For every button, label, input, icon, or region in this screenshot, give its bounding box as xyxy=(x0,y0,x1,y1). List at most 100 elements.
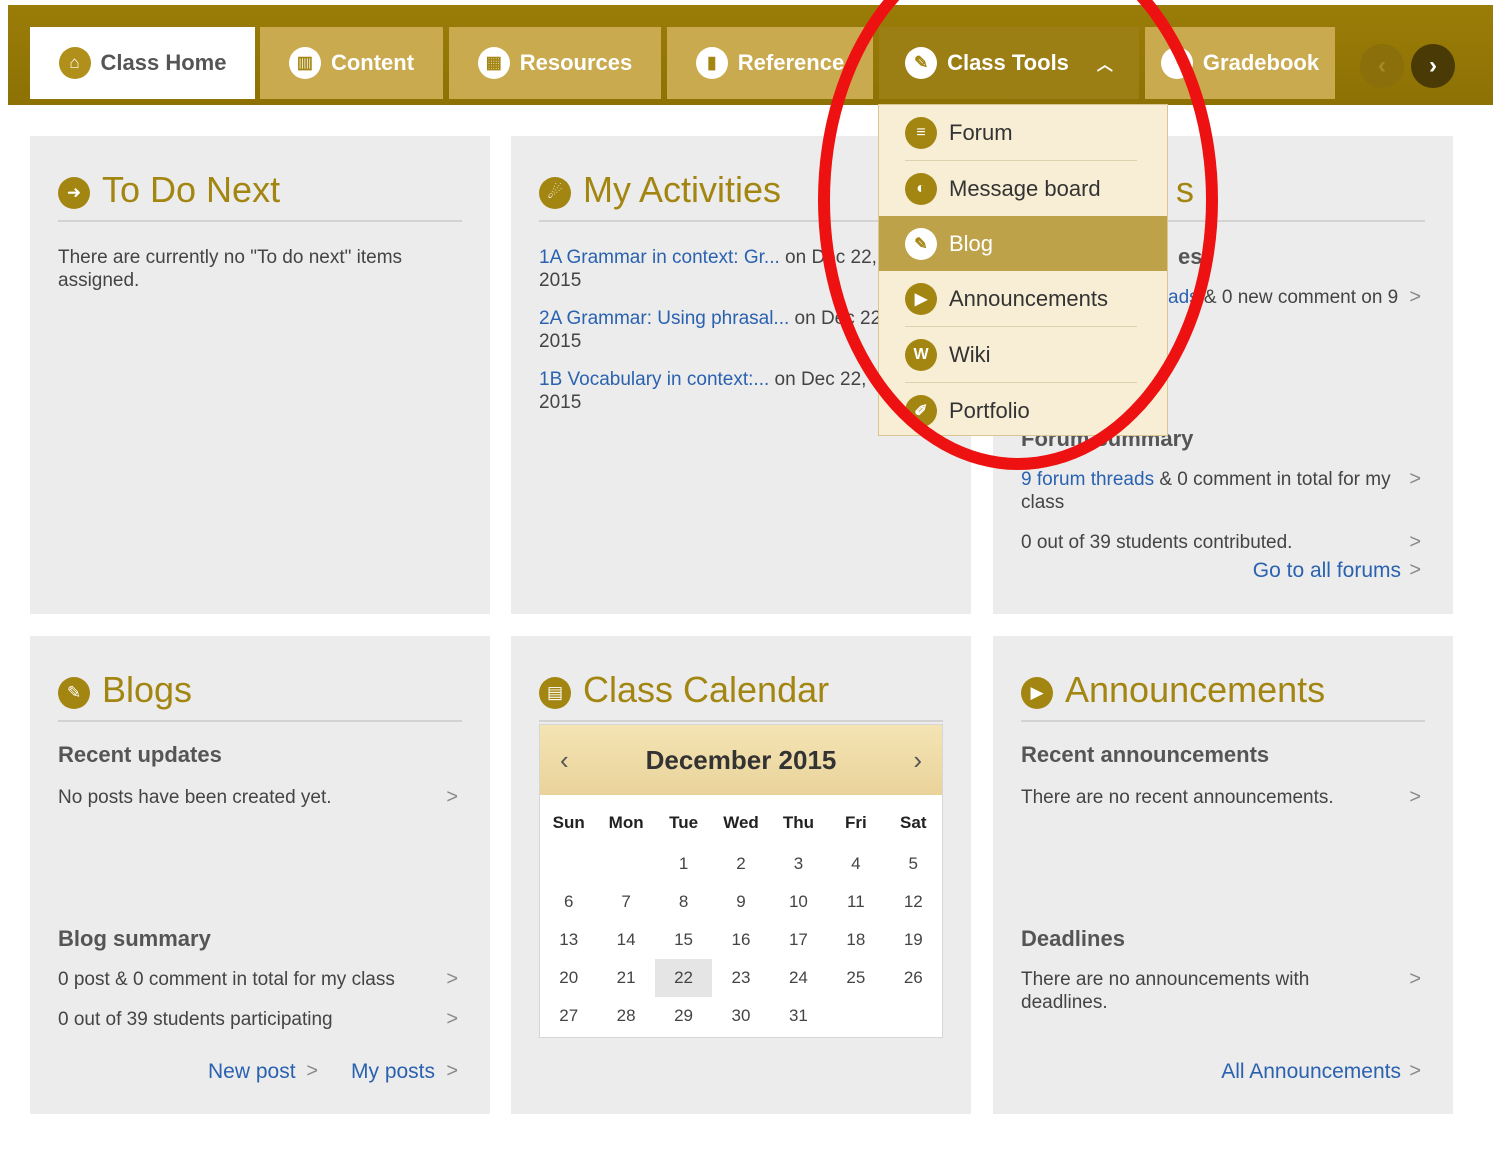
chevron-right-icon: > xyxy=(306,1060,318,1082)
calendar-day[interactable]: 18 xyxy=(827,921,884,959)
tab-class-tools[interactable]: ✎ Class Tools ︿ xyxy=(879,27,1139,99)
calendar-day[interactable]: 28 xyxy=(597,997,654,1035)
announcements-panel: ▶ Announcements Recent announcements The… xyxy=(993,636,1453,1114)
weekday-header: Mon xyxy=(608,813,644,832)
forum-contributed-row[interactable]: 0 out of 39 students contributed. xyxy=(1021,531,1292,554)
wiki-icon: W xyxy=(905,338,937,371)
calendar-day[interactable]: 30 xyxy=(712,997,769,1035)
home-icon: ⌂ xyxy=(58,47,91,79)
calendar-empty-cell xyxy=(885,997,942,1035)
weekday-header: Fri xyxy=(844,813,867,832)
runner-icon: ☄ xyxy=(539,177,571,209)
deadlines-title: Deadlines xyxy=(1021,926,1125,951)
calendar-day[interactable]: 4 xyxy=(827,845,884,883)
all-announcements-link[interactable]: All Announcements xyxy=(1221,1060,1401,1083)
calendar-day[interactable]: 16 xyxy=(712,921,769,959)
next-month-button[interactable]: › xyxy=(913,745,922,776)
announcement-icon: ▶ xyxy=(1021,677,1053,709)
panel-title: ✎ Blogs xyxy=(58,660,462,722)
scroll-right-button[interactable]: › xyxy=(1411,44,1455,88)
chevron-right-icon: › xyxy=(1429,52,1437,79)
menu-item-message-board[interactable]: ◐ Message board xyxy=(879,161,1167,216)
no-announcements-row[interactable]: There are no recent announcements. xyxy=(1021,786,1334,809)
forum-new-comment-row[interactable]: ads & 0 new comment on 9 xyxy=(1168,286,1398,309)
calendar-day[interactable]: 27 xyxy=(540,997,597,1035)
calendar-day[interactable]: 31 xyxy=(770,997,827,1035)
calendar-empty-cell xyxy=(540,845,597,883)
go-to-all-forums-link[interactable]: Go to all forums xyxy=(1253,559,1401,582)
portfolio-icon: ✐ xyxy=(905,394,937,427)
forum-threads-row[interactable]: 9 forum threads & 0 comment in total for… xyxy=(1021,468,1406,514)
activity-link[interactable]: 1B Vocabulary in context:... xyxy=(539,369,769,390)
calendar-header: ‹ December 2015 › xyxy=(540,725,942,795)
chevron-right-icon: > xyxy=(1409,559,1421,581)
new-post-link[interactable]: New post xyxy=(208,1060,296,1083)
weekday-header: Sat xyxy=(900,813,927,832)
tab-class-home[interactable]: ⌂ Class Home xyxy=(30,27,255,99)
panel-title: ➜ To Do Next xyxy=(58,160,462,222)
calendar-day[interactable]: 11 xyxy=(827,883,884,921)
calendar-day[interactable]: 8 xyxy=(655,883,712,921)
calendar-empty-cell xyxy=(827,997,884,1035)
my-posts-link[interactable]: My posts xyxy=(351,1060,435,1083)
calendar-day[interactable]: 24 xyxy=(770,959,827,997)
todo-empty-text: There are currently no "To do next" item… xyxy=(58,247,403,291)
calendar-day[interactable]: 22 xyxy=(654,959,713,997)
chevron-right-icon: > xyxy=(446,1008,458,1030)
calendar-day[interactable]: 7 xyxy=(597,883,654,921)
calendar-day[interactable]: 15 xyxy=(655,921,712,959)
menu-item-forum[interactable]: ≡ Forum xyxy=(879,105,1167,160)
calendar-day[interactable]: 10 xyxy=(770,883,827,921)
calendar-day[interactable]: 23 xyxy=(712,959,769,997)
tab-content[interactable]: ▥ Content xyxy=(260,27,443,99)
calendar-day[interactable]: 17 xyxy=(770,921,827,959)
chevron-right-icon: > xyxy=(1409,531,1421,553)
recent-announcements-title: Recent announcements xyxy=(1021,742,1270,767)
calendar-day[interactable]: 1 xyxy=(655,845,712,883)
calendar-day[interactable]: 29 xyxy=(655,997,712,1035)
calendar-day[interactable]: 26 xyxy=(885,959,942,997)
calendar-month: December 2015 xyxy=(645,744,837,775)
prev-month-button[interactable]: ‹ xyxy=(560,745,569,776)
calendar-panel: ▤ Class Calendar ‹ December 2015 › Sun Mo… xyxy=(511,636,971,1114)
menu-item-portfolio[interactable]: ✐ Portfolio xyxy=(879,383,1167,438)
calendar-day[interactable]: 25 xyxy=(827,959,884,997)
menu-item-announcements[interactable]: ▶ Announcements xyxy=(879,271,1167,326)
activity-link[interactable]: 1A Grammar in context: Gr... xyxy=(539,247,780,268)
calendar-day[interactable]: 9 xyxy=(712,883,769,921)
calendar-day[interactable]: 3 xyxy=(770,845,827,883)
blog-total-row[interactable]: 0 post & 0 comment in total for my class xyxy=(58,968,395,991)
tab-gradebook[interactable]: ◔ Gradebook xyxy=(1145,27,1335,99)
weekday-header: Tue xyxy=(669,813,699,832)
tab-resources[interactable]: ▦ Resources xyxy=(449,27,661,99)
recent-updates-title: Recent updates xyxy=(58,742,222,767)
chevron-right-icon: > xyxy=(1409,786,1421,808)
grid-icon: ▦ xyxy=(477,47,510,79)
forum-icon: ≡ xyxy=(905,116,937,149)
calendar-day[interactable]: 21 xyxy=(597,959,654,997)
menu-item-wiki[interactable]: W Wiki xyxy=(879,327,1167,382)
calendar-widget: ‹ December 2015 › Sun Mon Tue Wed Thu Fri Sat 1… xyxy=(539,724,943,1038)
calendar-day[interactable]: 5 xyxy=(885,845,942,883)
tab-reference[interactable]: ▮ Reference xyxy=(667,27,873,99)
calendar-day[interactable]: 12 xyxy=(885,883,942,921)
menu-item-blog[interactable]: ✎ Blog xyxy=(879,216,1167,271)
blog-participating-row[interactable]: 0 out of 39 students participating xyxy=(58,1008,333,1031)
tab-label: Gradebook xyxy=(1202,50,1320,75)
chevron-right-icon: > xyxy=(446,786,458,808)
calendar-day[interactable]: 14 xyxy=(597,921,654,959)
calendar-day[interactable]: 20 xyxy=(540,959,597,997)
no-posts-row[interactable]: No posts have been created yet. xyxy=(58,786,332,809)
activity-link[interactable]: 2A Grammar: Using phrasal... xyxy=(539,308,789,329)
scroll-left-button[interactable]: ‹ xyxy=(1360,44,1404,88)
calendar-day[interactable]: 2 xyxy=(712,845,769,883)
calendar-grid: Sun Mon Tue Wed Thu Fri Sat 1 2 3 4 5 6 7 8 9 10 11 12 13 14… xyxy=(540,795,942,1035)
message-board-icon: ◐ xyxy=(905,172,937,205)
calendar-day[interactable]: 13 xyxy=(540,921,597,959)
calendar-day[interactable]: 19 xyxy=(885,921,942,959)
calendar-day[interactable]: 6 xyxy=(540,883,597,921)
wrench-icon: ✎ xyxy=(905,47,938,79)
no-deadlines-row[interactable]: There are no announcements with deadline… xyxy=(1021,968,1351,1014)
announcement-icon: ▶ xyxy=(905,282,937,315)
todo-panel: ➜ To Do Next There are currently no "To … xyxy=(30,136,490,614)
